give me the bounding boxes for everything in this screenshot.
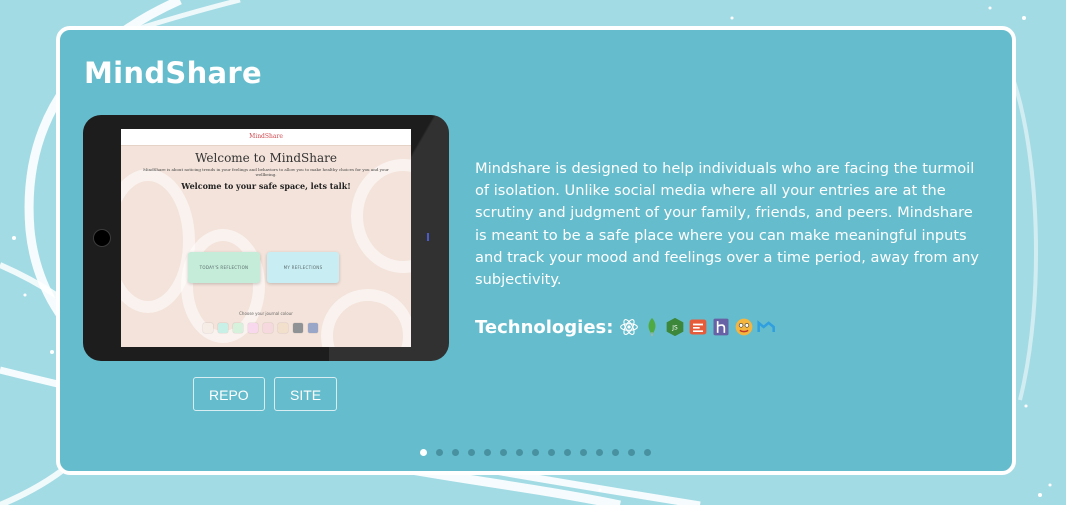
journal-colour-swatch (308, 323, 318, 333)
preview-choose-colour: Choose your journal colour (239, 311, 293, 316)
carousel-dot[interactable] (548, 449, 555, 456)
journal-colour-swatch (218, 323, 228, 333)
tablet-preview: MindShare Welcome to MindShare MindShare… (83, 115, 449, 361)
app-screenshot: MindShare Welcome to MindShare MindShare… (121, 129, 411, 347)
project-card: MindShare MindShare Welcome to MindShare… (56, 26, 1016, 475)
preview-decoration (321, 289, 411, 347)
carousel-indicators (420, 449, 651, 456)
project-description: Mindshare is designed to help individual… (475, 160, 980, 289)
preview-safe-space: Welcome to your safe space, lets talk! (181, 181, 351, 191)
carousel-dot[interactable] (468, 449, 475, 456)
preview-navbar: MindShare (121, 129, 411, 146)
preview-swatches (203, 323, 318, 333)
heroku-icon (713, 318, 729, 336)
carousel-dot[interactable] (628, 449, 635, 456)
carousel-dot[interactable] (580, 449, 587, 456)
carousel-dot[interactable] (436, 449, 443, 456)
carousel-dot[interactable] (564, 449, 571, 456)
carousel-dot[interactable] (532, 449, 539, 456)
project-title: MindShare (84, 56, 262, 90)
tablet-sensor (427, 233, 429, 241)
tablet-camera (93, 229, 111, 247)
journal-colour-swatch (293, 323, 303, 333)
carousel-dot[interactable] (420, 449, 427, 456)
carousel-dot[interactable] (452, 449, 459, 456)
carousel-dot[interactable] (612, 449, 619, 456)
carousel-dot[interactable] (596, 449, 603, 456)
nodejs-icon: JS (667, 317, 684, 337)
journal-colour-swatch (233, 323, 243, 333)
svg-text:JS: JS (672, 326, 679, 332)
site-button[interactable]: SITE (274, 377, 338, 411)
preview-subtitle: MindShare is about noticing trends in yo… (143, 167, 389, 177)
react-icon (620, 319, 639, 335)
technologies-label: Technologies: (475, 316, 614, 338)
repo-button[interactable]: REPO (193, 377, 265, 411)
carousel-dot[interactable] (644, 449, 651, 456)
journal-colour-swatch (248, 323, 258, 333)
technologies-row: Technologies: JS (475, 316, 780, 338)
carousel-dot[interactable] (516, 449, 523, 456)
preview-welcome: Welcome to MindShare (195, 151, 337, 165)
carousel-dot[interactable] (500, 449, 507, 456)
preview-my-reflections-button: MY REFLECTIONS (267, 252, 339, 283)
express-icon (690, 319, 707, 335)
carousel-dot[interactable] (484, 449, 491, 456)
mongodb-icon (649, 317, 656, 337)
journal-colour-swatch (203, 323, 213, 333)
journal-colour-swatch (278, 323, 288, 333)
journal-colour-swatch (263, 323, 273, 333)
preview-todays-reflection-button: TODAY'S REFLECTION (188, 252, 260, 283)
handlebars-icon (736, 318, 753, 336)
materialize-icon (757, 320, 776, 332)
